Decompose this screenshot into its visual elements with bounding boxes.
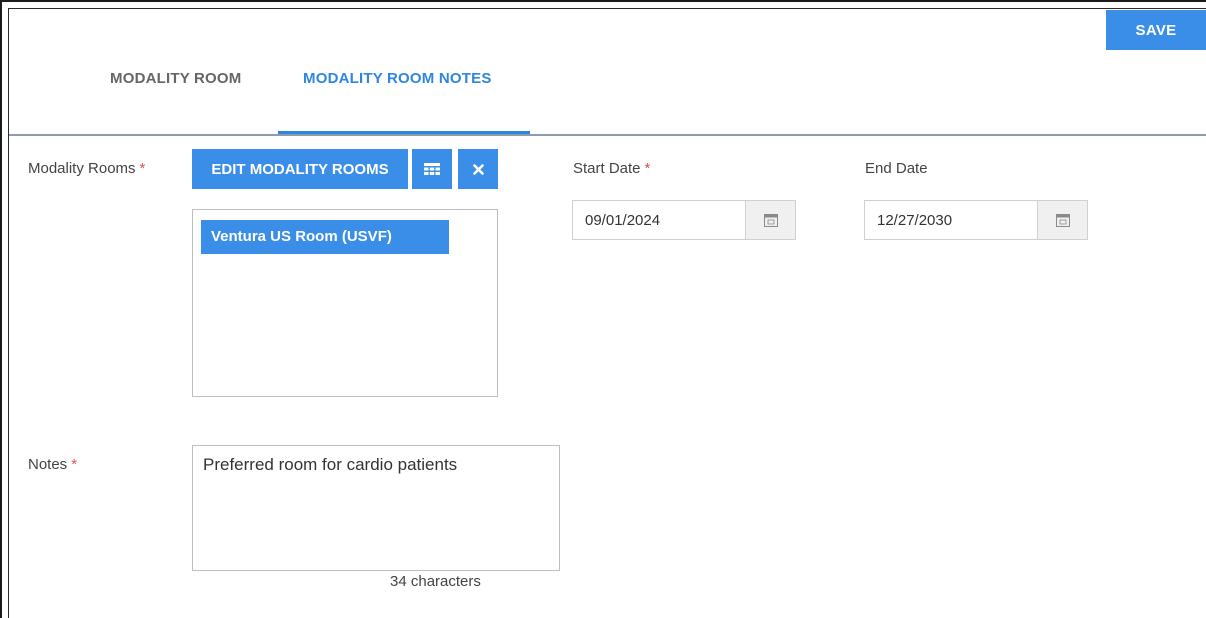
grid-icon [424,163,440,175]
tab-divider [9,134,1206,136]
character-count: 34 characters [390,573,481,590]
notes-textarea[interactable]: Preferred room for cardio patients [192,445,560,571]
start-date-label: Start Date [573,160,641,177]
end-date-input[interactable] [865,201,1037,239]
required-marker: * [71,456,78,473]
start-date-calendar-button[interactable] [745,201,795,239]
calendar-icon [763,214,778,227]
modality-rooms-list[interactable]: Ventura US Room (USVF) [192,209,498,397]
start-date-input[interactable] [573,201,745,239]
tab-modality-room-notes[interactable]: MODALITY ROOM NOTES [303,70,492,106]
notes-label: Notes [28,456,68,473]
modality-rooms-label: Modality Rooms [28,160,136,177]
end-date-label-row: End Date [865,160,928,177]
tab-modality-room[interactable]: MODALITY ROOM [110,70,241,106]
end-date-calendar-button[interactable] [1037,201,1087,239]
edit-modality-rooms-button[interactable]: EDIT MODALITY ROOMS [192,149,408,189]
end-date-field [864,200,1088,240]
list-item[interactable]: Ventura US Room (USVF) [201,220,449,254]
required-marker: * [139,160,146,177]
save-button[interactable]: SAVE [1106,10,1206,50]
clear-rooms-button[interactable] [458,149,498,189]
end-date-label: End Date [865,160,928,177]
required-marker: * [644,160,651,177]
modality-rooms-label-row: Modality Rooms * [28,160,145,177]
notes-label-row: Notes * [28,456,77,473]
close-icon [472,163,484,175]
start-date-label-row: Start Date * [573,160,650,177]
start-date-field [572,200,796,240]
grid-view-button[interactable] [412,149,452,189]
calendar-icon [1055,214,1070,227]
